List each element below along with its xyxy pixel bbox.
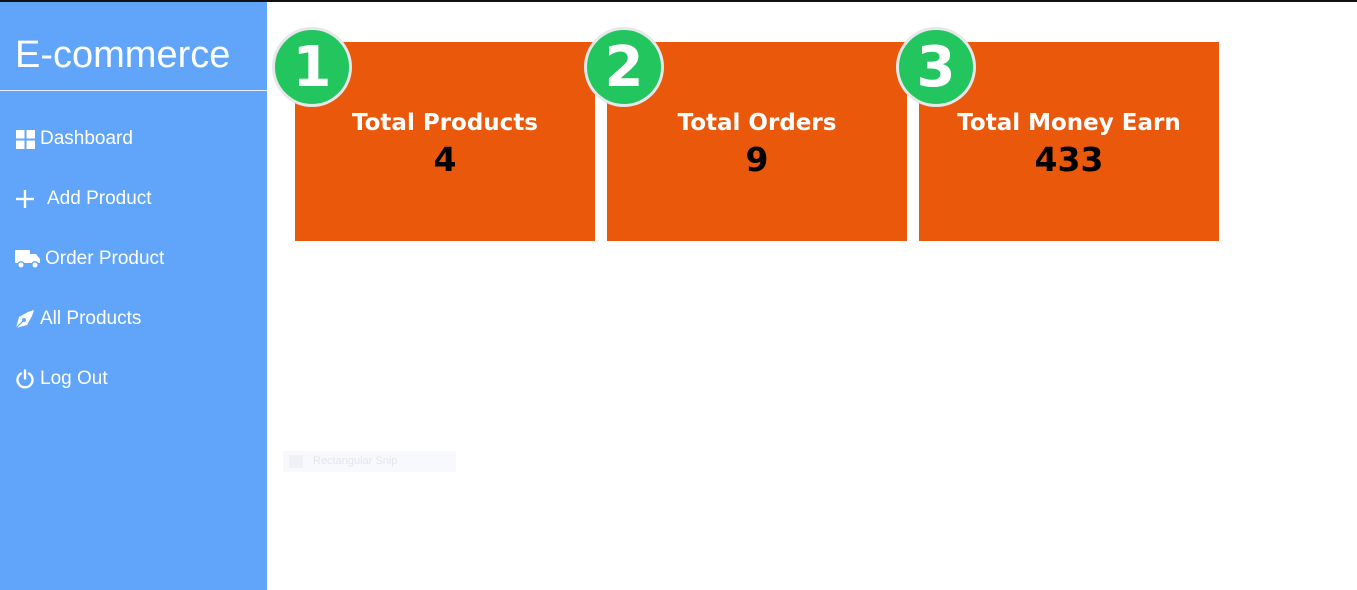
brand-title: E-commerce — [0, 2, 267, 91]
sidebar-item-label: Order Product — [45, 248, 165, 269]
stat-label: Total Products — [352, 110, 538, 136]
pen-nib-icon — [14, 308, 36, 330]
stat-label: Total Orders — [677, 110, 837, 136]
stat-label: Total Money Earn — [957, 110, 1181, 136]
snip-icon — [289, 455, 303, 468]
power-icon — [14, 368, 36, 390]
sidebar-item-order-product[interactable]: Order Product — [0, 239, 267, 279]
step-badge: 2 — [584, 27, 664, 107]
stat-value: 9 — [745, 140, 769, 179]
stat-value: 433 — [1034, 140, 1104, 179]
sidebar-item-label: All Products — [40, 308, 142, 329]
plus-icon — [14, 188, 36, 210]
stat-value: 4 — [433, 140, 457, 179]
snip-tool-label: Rectangular Snip — [313, 455, 398, 467]
snip-tool-overlay: Rectangular Snip — [283, 451, 456, 472]
step-badge: 1 — [272, 27, 352, 107]
windows-grid-icon — [14, 128, 36, 150]
sidebar-item-label: Log Out — [40, 368, 108, 389]
sidebar-item-label: Add Product — [47, 188, 152, 209]
sidebar-nav: Dashboard Add Product Order Product All … — [0, 119, 267, 419]
sidebar-item-add-product[interactable]: Add Product — [0, 179, 267, 219]
step-badge: 3 — [896, 27, 976, 107]
sidebar-item-log-out[interactable]: Log Out — [0, 359, 267, 399]
sidebar: E-commerce Dashboard Add Product Order P… — [0, 2, 267, 590]
sidebar-item-dashboard[interactable]: Dashboard — [0, 119, 267, 159]
sidebar-item-label: Dashboard — [40, 128, 133, 149]
truck-icon — [14, 248, 41, 270]
sidebar-item-all-products[interactable]: All Products — [0, 299, 267, 339]
